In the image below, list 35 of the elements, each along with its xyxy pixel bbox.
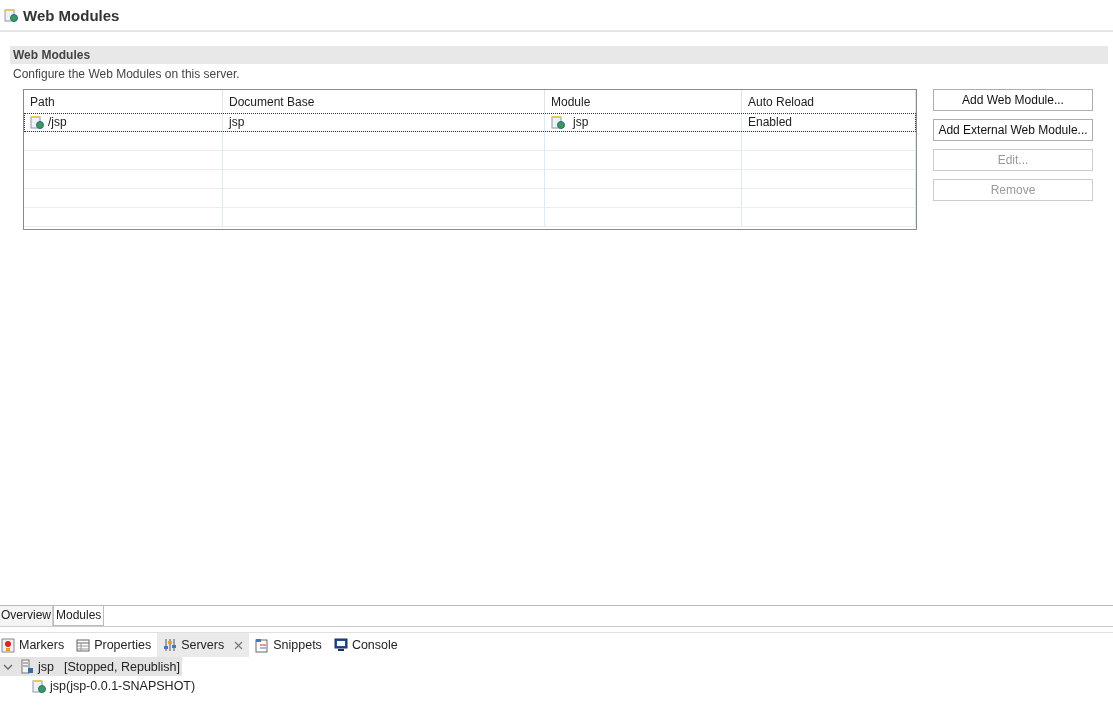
server-icon xyxy=(20,659,34,674)
web-module-icon xyxy=(551,115,565,129)
markers-icon xyxy=(1,637,15,653)
editor-title: Web Modules xyxy=(23,6,120,24)
table-row[interactable]: /jsp jsp jsp Enabled xyxy=(24,113,916,132)
action-button[interactable]: Add Web Module... xyxy=(933,89,1093,111)
document-list-icon xyxy=(255,637,270,653)
action-button[interactable]: Add External Web Module... xyxy=(933,119,1093,141)
table-cell: Enabled xyxy=(748,115,793,129)
section-description: Configure the Web Modules on this server. xyxy=(12,66,241,81)
table-icon xyxy=(76,638,91,652)
section-header: Web Modules xyxy=(10,46,1108,64)
column-header[interactable]: Document Base xyxy=(223,90,545,113)
web-module-icon xyxy=(30,115,44,129)
tree-item[interactable]: jsp xyxy=(38,659,54,674)
web-module-icon xyxy=(32,678,46,693)
view-tab[interactable]: Console xyxy=(351,638,398,652)
column-header[interactable]: Module xyxy=(545,90,742,113)
tree-item[interactable]: jsp(jsp-0.0.1-SNAPSHOT) xyxy=(50,678,196,693)
web-module-icon xyxy=(4,8,18,22)
view-tab[interactable]: Properties xyxy=(94,638,152,652)
table-cell: jsp xyxy=(229,115,245,129)
sliders-icon xyxy=(163,638,178,652)
monitor-icon xyxy=(333,638,348,652)
editor-tab[interactable]: Overview xyxy=(0,606,53,626)
editor-tab[interactable]: Modules xyxy=(53,606,105,626)
table-cell: jsp xyxy=(573,115,589,129)
expand-caret-icon[interactable] xyxy=(3,662,13,671)
column-header[interactable]: Path xyxy=(24,90,223,113)
table-cell: /jsp xyxy=(48,115,67,129)
close-icon[interactable] xyxy=(234,640,244,650)
view-tab[interactable]: Markers xyxy=(19,638,65,652)
view-tab[interactable]: Snippets xyxy=(273,638,322,652)
server-status: [Stopped, Republish] xyxy=(64,659,181,674)
column-header[interactable]: Auto Reload xyxy=(742,90,916,113)
